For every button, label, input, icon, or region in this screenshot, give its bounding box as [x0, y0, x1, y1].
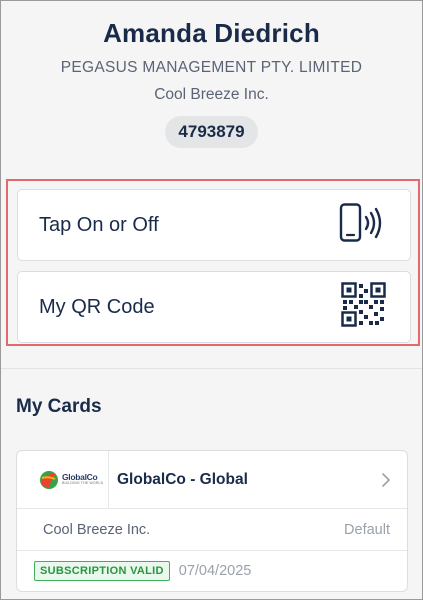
default-label: Default [344, 521, 390, 538]
member-id-badge: 4793879 [165, 116, 258, 148]
card-organization: Cool Breeze Inc. [43, 521, 151, 538]
subscription-status-badge: SUBSCRIPTION VALID [34, 561, 170, 581]
globe-logo-icon [40, 470, 58, 489]
company-name: PEGASUS MANAGEMENT PTY. LIMITED [60, 59, 363, 76]
globalco-logo: GlobalCo BUILDING THE WORLD [17, 451, 109, 509]
phone-tap-icon [338, 202, 386, 248]
expiry-date: 07/04/2025 [178, 563, 252, 579]
tap-on-off-button[interactable]: Tap On or Off [17, 189, 411, 261]
my-qr-code-label: My QR Code [39, 295, 155, 318]
card-title: GlobalCo - Global [117, 470, 248, 488]
card-org-row: Cool Breeze Inc. Default [17, 509, 407, 551]
user-name: Amanda Diedrich [103, 18, 320, 48]
card-status-row: SUBSCRIPTION VALID 07/04/2025 [17, 551, 407, 591]
card-header[interactable]: GlobalCo BUILDING THE WORLD GlobalCo - G… [17, 451, 407, 509]
logo-tagline-text: BUILDING THE WORLD [62, 481, 104, 486]
qr-code-icon [341, 282, 386, 332]
logo-brand-text: GlobalCo [62, 471, 98, 482]
membership-card[interactable]: GlobalCo BUILDING THE WORLD GlobalCo - G… [16, 450, 408, 592]
my-cards-heading: My Cards [16, 396, 102, 417]
tap-on-off-label: Tap On or Off [39, 213, 159, 236]
my-qr-code-button[interactable]: My QR Code [17, 271, 411, 343]
organization-name: Cool Breeze Inc. [154, 86, 269, 103]
chevron-right-icon[interactable] [381, 472, 391, 493]
section-divider [0, 368, 423, 369]
quick-actions-highlight: Tap On or Off My QR Code [6, 179, 420, 346]
profile-header: Amanda Diedrich PEGASUS MANAGEMENT PTY. … [0, 0, 423, 148]
